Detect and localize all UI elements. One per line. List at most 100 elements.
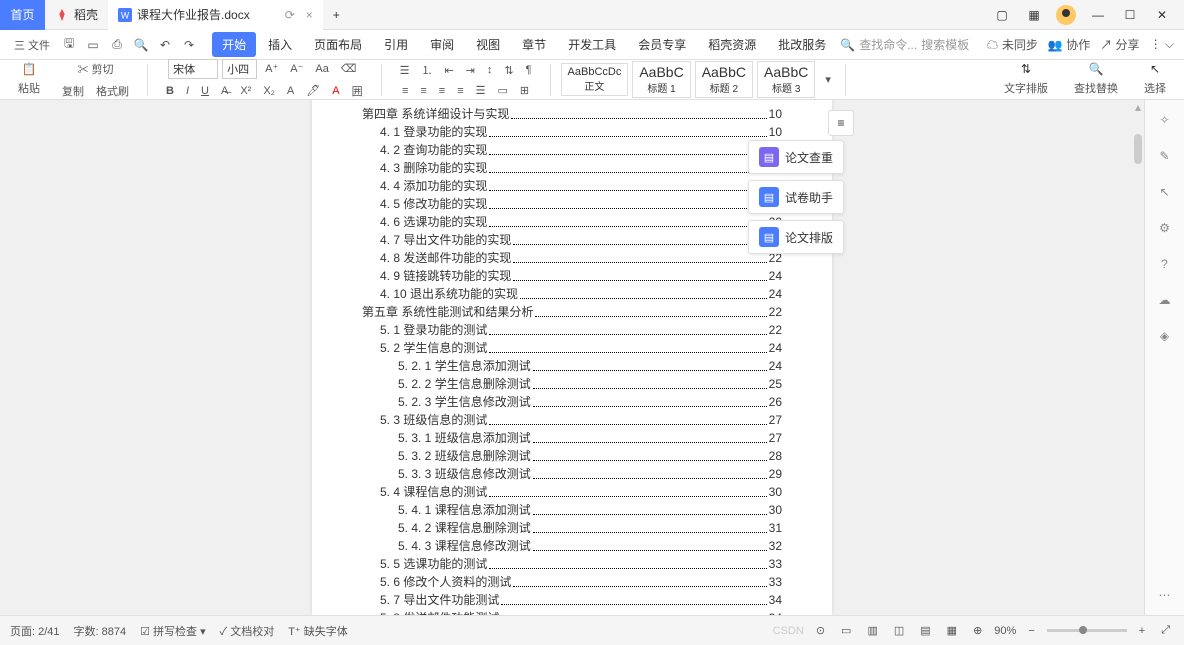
rail-nav-icon[interactable]: ◈ xyxy=(1155,326,1175,346)
inc-size-icon[interactable]: A⁺ xyxy=(261,60,282,77)
view-focus-icon[interactable]: ▦ xyxy=(943,622,961,639)
brush-button[interactable]: 格式刷 xyxy=(92,81,133,101)
wordcount[interactable]: 字数: 8874 xyxy=(74,623,127,639)
rail-cursor-icon[interactable]: ↖ xyxy=(1155,182,1175,202)
size-select[interactable]: 小四 xyxy=(222,59,257,79)
style-2[interactable]: AaBbC标题 2 xyxy=(695,61,753,98)
toc-entry[interactable]: 5. 4. 2 课程信息删除测试31 xyxy=(362,519,782,537)
tab-document[interactable]: W 课程大作业报告.docx ⟳ × xyxy=(108,0,323,30)
find-replace-button[interactable]: 查找替换 xyxy=(1070,78,1122,98)
toc-entry[interactable]: 5. 2 学生信息的测试24 xyxy=(362,339,782,357)
toc-entry[interactable]: 5. 4 课程信息的测试30 xyxy=(362,483,782,501)
toc-entry[interactable]: 4. 2 查询功能的实现12 xyxy=(362,141,782,159)
refresh-icon[interactable]: ⟳ xyxy=(285,8,295,22)
text-layout-button[interactable]: 文字排版 xyxy=(1000,78,1052,98)
scrollbar[interactable]: ▴ xyxy=(1132,100,1144,615)
minimize-icon[interactable]: — xyxy=(1086,3,1110,27)
menu-tab-2[interactable]: 页面布局 xyxy=(304,32,372,57)
rail-ai-icon[interactable]: ✧ xyxy=(1155,110,1175,130)
numbering-icon[interactable]: ⒈ xyxy=(417,60,436,80)
zoom-in-icon[interactable]: + xyxy=(1135,623,1149,639)
char-border-icon[interactable]: 囲 xyxy=(348,81,367,101)
add-tab-button[interactable]: + xyxy=(323,0,350,30)
indent-icon[interactable]: ⇥ xyxy=(462,62,479,79)
zoom-reset-icon[interactable]: ⊕ xyxy=(969,622,986,639)
toc-entry[interactable]: 5. 7 导出文件功能测试34 xyxy=(362,591,782,609)
select-button[interactable]: 选择 xyxy=(1140,78,1170,98)
collapse-tools-button[interactable]: ≡ xyxy=(828,110,854,136)
close-icon[interactable]: ✕ xyxy=(1150,3,1174,27)
file-menu[interactable]: 三 文件 xyxy=(10,35,54,55)
toc-entry[interactable]: 4. 6 选课功能的实现20 xyxy=(362,213,782,231)
font-outline-icon[interactable]: A xyxy=(283,83,298,99)
cursor-icon[interactable]: ↖ xyxy=(1150,62,1160,76)
italic-icon[interactable]: I xyxy=(182,83,193,99)
menu-tab-6[interactable]: 章节 xyxy=(512,32,556,57)
shading-icon[interactable]: ▭ xyxy=(494,82,512,99)
toc-entry[interactable]: 5. 4. 3 课程信息修改测试32 xyxy=(362,537,782,555)
docproof-button[interactable]: ✓ 文档校对 xyxy=(220,623,275,639)
toc-entry[interactable]: 5. 3 班级信息的测试27 xyxy=(362,411,782,429)
copy-button[interactable]: 复制 xyxy=(58,81,88,101)
toc-entry[interactable]: 5. 6 修改个人资料的测试33 xyxy=(362,573,782,591)
linespace-icon[interactable]: ↕ xyxy=(483,62,497,78)
dist-icon[interactable]: ☰ xyxy=(472,82,490,99)
view-check-icon[interactable]: ⊙ xyxy=(812,622,829,639)
redo-icon[interactable]: ↷ xyxy=(180,36,198,54)
paste-button[interactable]: 粘贴 xyxy=(14,78,44,98)
toc-entry[interactable]: 4. 9 链接跳转功能的实现24 xyxy=(362,267,782,285)
toc-entry[interactable]: 5. 2. 3 学生信息修改测试26 xyxy=(362,393,782,411)
align-left-icon[interactable]: ≡ xyxy=(398,83,412,99)
justify-icon[interactable]: ≡ xyxy=(453,83,467,99)
grid-icon[interactable]: ▦ xyxy=(1022,3,1046,27)
menu-tab-9[interactable]: 稻壳资源 xyxy=(698,32,766,57)
side-tool-1[interactable]: ▤试卷助手 xyxy=(748,180,844,214)
preview-icon[interactable]: 🔍 xyxy=(132,36,150,54)
view-web-icon[interactable]: ◫ xyxy=(890,622,908,639)
menu-tab-4[interactable]: 审阅 xyxy=(420,32,464,57)
toc-entry[interactable]: 4. 10 退出系统功能的实现24 xyxy=(362,285,782,303)
toc-entry[interactable]: 4. 4 添加功能的实现16 xyxy=(362,177,782,195)
sync-status[interactable]: ☁ 未同步 xyxy=(987,36,1038,53)
style-3[interactable]: AaBbC标题 3 xyxy=(757,61,815,98)
toc-entry[interactable]: 4. 7 导出文件功能的实现21 xyxy=(362,231,782,249)
toc-entry[interactable]: 4. 3 删除功能的实现14 xyxy=(362,159,782,177)
style-1[interactable]: AaBbC标题 1 xyxy=(632,61,690,98)
toc-entry[interactable]: 5. 3. 2 班级信息删除测试28 xyxy=(362,447,782,465)
case-icon[interactable]: Aa xyxy=(311,61,332,77)
menu-tab-7[interactable]: 开发工具 xyxy=(558,32,626,57)
chevron-down-icon[interactable]: ⋮ ⌵ xyxy=(1150,37,1174,52)
menu-tab-10[interactable]: 批改服务 xyxy=(768,32,836,57)
close-tab-icon[interactable]: × xyxy=(306,8,313,22)
zoom-out-icon[interactable]: − xyxy=(1024,623,1038,639)
bold-icon[interactable]: B xyxy=(162,83,178,99)
toc-entry[interactable]: 5. 4. 1 课程信息添加测试30 xyxy=(362,501,782,519)
layout-icon[interactable]: ▢ xyxy=(990,3,1014,27)
style-0[interactable]: AaBbCcDc正文 xyxy=(561,63,629,96)
toc-entry[interactable]: 5. 2. 2 学生信息删除测试25 xyxy=(362,375,782,393)
toc-entry[interactable]: 5. 2. 1 学生信息添加测试24 xyxy=(362,357,782,375)
search-template[interactable]: 搜索模板 xyxy=(921,36,969,53)
paste-icon[interactable]: 📋 xyxy=(22,62,37,76)
rail-help-icon[interactable]: ? xyxy=(1155,254,1175,274)
super-icon[interactable]: X² xyxy=(236,83,255,99)
sort-icon[interactable]: ⇅ xyxy=(500,62,517,79)
bullets-icon[interactable]: ☰ xyxy=(396,62,414,79)
collab-button[interactable]: 👥 协作 xyxy=(1048,36,1090,53)
view-page-icon[interactable]: ▭ xyxy=(837,622,855,639)
toc-entry[interactable]: 4. 5 修改功能的实现17 xyxy=(362,195,782,213)
toc-entry[interactable]: 第四章 系统详细设计与实现10 xyxy=(362,105,782,123)
zoom-slider[interactable] xyxy=(1047,629,1127,632)
share-button[interactable]: ↗ 分享 xyxy=(1100,36,1139,53)
sub-icon[interactable]: X₂ xyxy=(259,83,279,99)
side-tool-0[interactable]: ▤论文查重 xyxy=(748,140,844,174)
print-icon[interactable]: ⎙ xyxy=(108,36,126,54)
tab-daoke[interactable]: 稻壳 xyxy=(45,0,108,30)
style-gallery[interactable]: AaBbCcDc正文AaBbC标题 1AaBbC标题 2AaBbC标题 3 xyxy=(561,61,816,98)
cut-button[interactable]: ✂ 剪切 xyxy=(73,59,117,79)
menu-tab-3[interactable]: 引用 xyxy=(374,32,418,57)
menu-tab-1[interactable]: 插入 xyxy=(258,32,302,57)
align-center-icon[interactable]: ≡ xyxy=(416,83,430,99)
spellcheck-toggle[interactable]: ☑ 拼写检查 ▾ xyxy=(140,623,206,639)
document-area[interactable]: 第四章 系统详细设计与实现104. 1 登录功能的实现104. 2 查询功能的实… xyxy=(0,100,1144,615)
